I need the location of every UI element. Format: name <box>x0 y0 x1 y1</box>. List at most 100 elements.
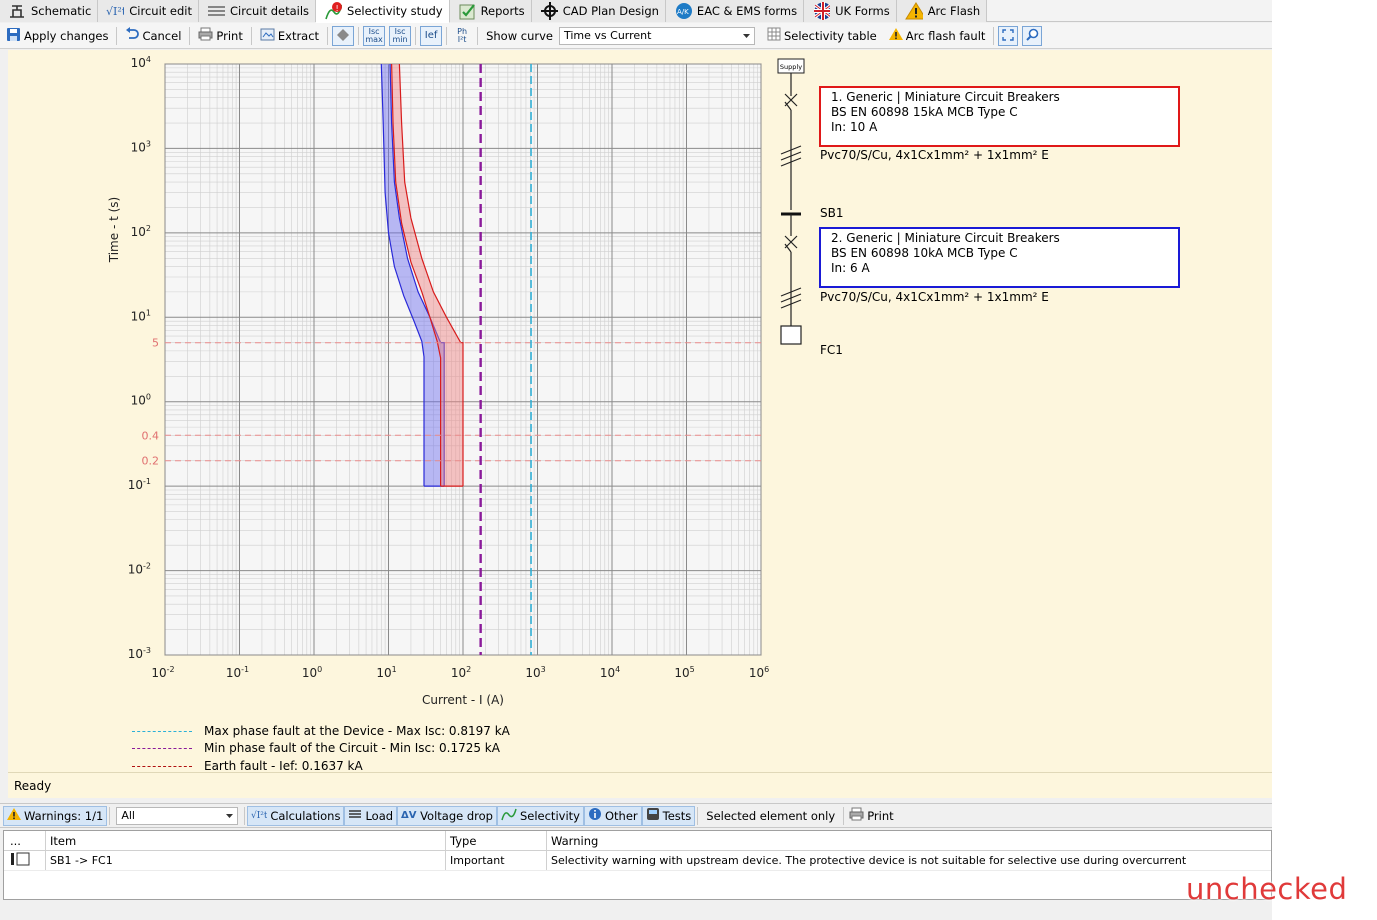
dropdown-arrow-icon <box>742 29 750 42</box>
tab-selectivity-study[interactable]: ! Selectivity study <box>316 0 450 23</box>
isc-max-toggle[interactable]: Isc max <box>363 25 386 46</box>
row-checkbox[interactable] <box>16 852 30 869</box>
warnings-toggle-button[interactable]: Warnings: 1/1 <box>3 805 108 826</box>
warnings-print-label: Print <box>867 808 894 823</box>
tab-reports[interactable]: Reports <box>449 0 532 22</box>
load-label: Load <box>365 808 394 823</box>
calculations-filter-button[interactable]: √I²t Calculations <box>247 805 345 826</box>
tab-uk-forms[interactable]: UK Forms <box>804 0 897 22</box>
diamond-toggle-button[interactable] <box>332 25 355 46</box>
arc-flash-fault-button[interactable]: Arc flash fault <box>883 25 992 47</box>
toolbar-separator <box>446 26 448 45</box>
final-circuit-box[interactable] <box>780 325 802 345</box>
device-2-card[interactable]: 2. Generic | Miniature Circuit Breakers … <box>819 227 1180 288</box>
meter-icon <box>646 807 660 824</box>
extract-button[interactable]: Extract <box>254 25 325 47</box>
y-tick-label: 100 <box>131 393 151 408</box>
globe-icon: A/K <box>674 3 692 19</box>
tests-label: Tests <box>662 808 692 823</box>
toolbar-separator <box>843 806 845 825</box>
svg-text:√I²t: √I²t <box>106 5 124 18</box>
y-axis-label: Time - t (s) <box>107 197 121 263</box>
selectivity-filter-button[interactable]: Selectivity <box>496 805 584 826</box>
warning-filter-select[interactable]: All <box>116 806 239 825</box>
device-1-card[interactable]: 1. Generic | Miniature Circuit Breakers … <box>819 86 1180 147</box>
printer-icon <box>198 27 213 44</box>
legend-item-min-phase: Min phase fault of the Circuit - Min Isc… <box>132 741 500 755</box>
row-controls <box>4 851 46 870</box>
isc-max-bottom: max <box>365 34 383 44</box>
cancel-button[interactable]: Cancel <box>119 25 187 47</box>
calculations-label: Calculations <box>270 808 341 823</box>
toolbar-separator <box>358 26 360 45</box>
checked-doc-icon <box>458 3 476 20</box>
voltage-drop-filter-button[interactable]: ΔV Voltage drop <box>397 805 497 826</box>
device-2-title: 2. Generic | Miniature Circuit Breakers <box>831 231 1060 245</box>
column-header-warning[interactable]: Warning <box>547 831 1271 850</box>
tab-schematic[interactable]: Schematic <box>0 0 99 22</box>
unchecked-stamp: unchecked <box>1186 872 1348 906</box>
y-tick-label: 104 <box>131 55 151 70</box>
tab-cad-plan-design[interactable]: CAD Plan Design <box>531 0 666 22</box>
tab-label: EAC & EMS forms <box>696 4 798 18</box>
tab-label: UK Forms <box>835 4 890 18</box>
tab-label: Arc Flash <box>927 4 981 18</box>
selectivity-canvas: 5 0.4 0.2 10-2 10-1 100 101 102 103 104 105 106 104 1… <box>8 50 1272 772</box>
tab-label: CAD Plan Design <box>562 4 659 18</box>
x-tick-label: 10-2 <box>151 665 174 680</box>
selectivity-label: Selectivity <box>519 808 580 823</box>
arc-warning-icon <box>904 2 923 20</box>
table-row[interactable]: SB1 -> FC1 Important Selectivity warning… <box>4 851 1271 871</box>
tab-circuit-details[interactable]: Circuit details <box>199 0 317 22</box>
warning-icon <box>888 27 903 44</box>
ief-toggle[interactable]: Ief <box>420 25 443 46</box>
load-filter-button[interactable]: Load <box>344 805 398 826</box>
apply-changes-button[interactable]: Apply changes <box>0 25 114 47</box>
fit-view-button[interactable] <box>998 25 1019 46</box>
schematic-icon <box>8 3 26 19</box>
legend-label: Min phase fault of the Circuit - Min Isc… <box>204 741 500 755</box>
warnings-print-button[interactable]: Print <box>846 806 896 826</box>
warning-icon <box>7 807 21 824</box>
final-circuit-label: FC1 <box>820 343 843 357</box>
x-axis-label: Current - I (A) <box>422 693 504 707</box>
row-warning: Selectivity warning with upstream device… <box>551 854 1187 867</box>
selectivity-toolbar: Apply changes Cancel Print Extract Isc ma… <box>0 23 1272 49</box>
warnings-count: Warnings: 1/1 <box>24 808 104 823</box>
diamond-icon <box>336 28 350 44</box>
tab-arc-flash[interactable]: Arc Flash <box>896 0 988 22</box>
formula-icon: √I²t <box>106 3 124 19</box>
column-header-type[interactable]: Type <box>446 831 547 850</box>
voltage-drop-label: Voltage drop <box>420 808 493 823</box>
legend-swatch <box>132 747 192 749</box>
show-curve-select[interactable]: Time vs Current <box>558 26 755 45</box>
supply-label: Supply <box>780 63 802 71</box>
selectivity-table-button[interactable]: Selectivity table <box>761 25 883 47</box>
phase-i2t-toggle[interactable]: Ph I²t <box>451 26 473 46</box>
other-label: Other <box>604 808 638 823</box>
ief-label: Ief <box>424 29 438 41</box>
tab-label: Circuit edit <box>129 4 193 18</box>
arc-flash-fault-label: Arc flash fault <box>905 28 986 43</box>
isc-min-toggle[interactable]: Isc min <box>389 25 412 46</box>
tab-eac-ems-forms[interactable]: A/K EAC & EMS forms <box>665 0 805 22</box>
tests-filter-button[interactable]: Tests <box>641 805 696 826</box>
time-current-chart[interactable]: 5 0.4 0.2 10-2 10-1 100 101 102 103 104 105 106 104 1… <box>8 50 1272 772</box>
show-curve-text: Show curve <box>486 28 553 43</box>
column-header-menu[interactable]: ... <box>4 831 46 850</box>
curve-icon <box>501 808 517 824</box>
toolbar-separator <box>477 26 479 45</box>
tab-label: Selectivity study <box>347 4 443 18</box>
column-header-item[interactable]: Item <box>46 831 446 850</box>
extract-icon <box>260 27 275 44</box>
selected-element-only-label: Selected element only <box>706 808 836 823</box>
selected-element-only-button[interactable]: Selected element only <box>700 806 841 826</box>
print-button[interactable]: Print <box>192 25 248 47</box>
zoom-button[interactable] <box>1022 25 1043 46</box>
toolbar-separator <box>250 26 252 45</box>
tab-circuit-edit[interactable]: √I²t Circuit edit <box>98 0 200 22</box>
other-filter-button[interactable]: Other <box>583 805 642 826</box>
x-tick-label: 100 <box>302 665 322 680</box>
isc-min-bottom: min <box>392 34 408 44</box>
legend-label: Max phase fault at the Device - Max Isc:… <box>204 724 510 738</box>
